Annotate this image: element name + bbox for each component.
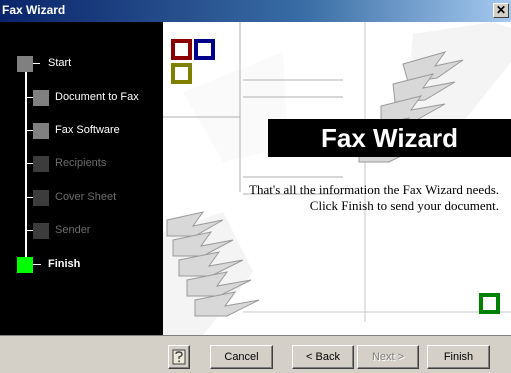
- completion-message-line-2: Click Finish to send your document.: [309, 198, 499, 213]
- step-fax-software-label: Fax Software: [55, 124, 120, 136]
- wizard-banner-title: Fax Wizard: [268, 119, 511, 157]
- close-icon: ✕: [495, 3, 507, 17]
- title-bar[interactable]: Fax Wizard ✕: [0, 0, 511, 22]
- close-button[interactable]: ✕: [493, 3, 509, 18]
- back-button[interactable]: < Back: [292, 345, 354, 369]
- step-recipients-square: [33, 156, 49, 172]
- wizard-content-panel: Fax Wizard That's all the information th…: [163, 22, 511, 335]
- help-icon: [172, 349, 186, 365]
- next-button[interactable]: Next >: [357, 345, 419, 369]
- step-tree-line: [25, 66, 27, 264]
- step-cover-sheet-square: [33, 190, 49, 206]
- help-button[interactable]: [168, 345, 190, 369]
- green-square-icon: [479, 293, 500, 314]
- cancel-button[interactable]: Cancel: [210, 345, 273, 369]
- step-fax-software-square: [33, 123, 49, 139]
- step-finish-square: [17, 257, 33, 273]
- step-sender-label: Sender: [55, 224, 91, 236]
- completion-message: That's all the information the Fax Wizar…: [249, 182, 499, 214]
- olive-square-icon: [171, 63, 192, 84]
- step-start-square: [17, 56, 33, 72]
- step-start-label: Start: [48, 57, 72, 69]
- step-sender-square: [33, 223, 49, 239]
- blue-square-icon: [194, 39, 215, 60]
- fax-wizard-artwork: [163, 22, 511, 335]
- red-square-icon: [171, 39, 192, 60]
- step-finish-label: Finish: [48, 258, 81, 270]
- button-bar: Cancel < Back Next > Finish: [0, 335, 511, 373]
- step-cover-sheet-label: Cover Sheet: [55, 191, 117, 203]
- finish-button[interactable]: Finish: [427, 345, 490, 369]
- step-document-to-fax-square: [33, 90, 49, 106]
- wizard-step-sidebar: Start Document to Fax Fax Software Recip…: [0, 22, 163, 335]
- completion-message-line-1: That's all the information the Fax Wizar…: [249, 182, 499, 197]
- window-title: Fax Wizard: [2, 3, 66, 17]
- step-document-to-fax-label: Document to Fax: [55, 91, 139, 103]
- step-recipients-label: Recipients: [55, 157, 107, 169]
